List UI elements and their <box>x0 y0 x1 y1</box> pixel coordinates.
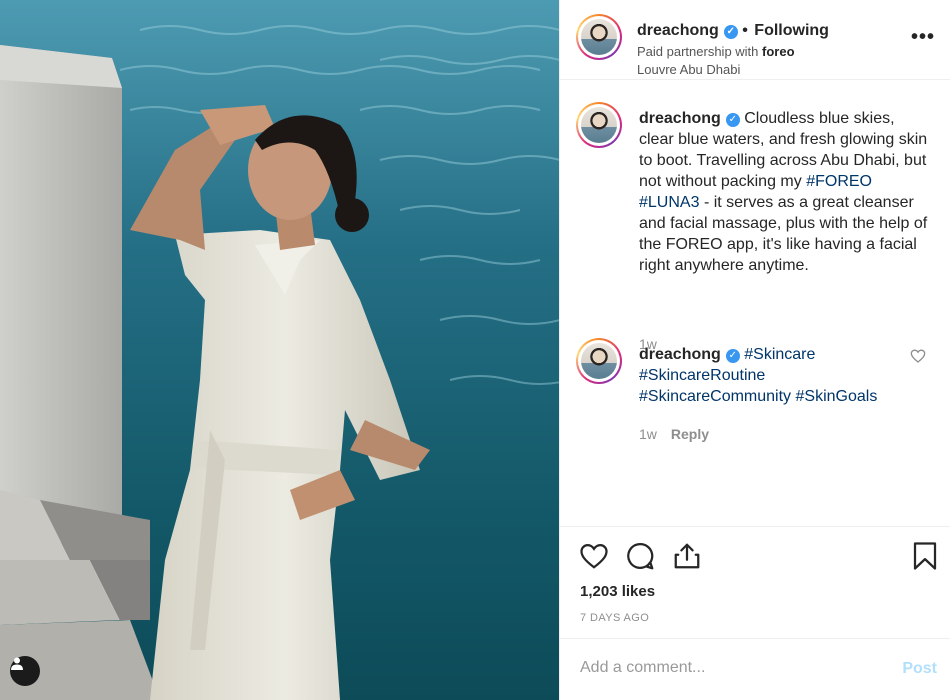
comment-like-heart-icon[interactable] <box>910 348 926 364</box>
post-timestamp[interactable]: 7 DAYS AGO <box>580 612 649 624</box>
verified-badge-icon: ✓ <box>725 349 740 363</box>
caption-text: dreachong ✓ Cloudless blue skies, clear b… <box>639 108 929 276</box>
add-comment-input[interactable] <box>580 659 880 677</box>
comment-meta: 1w Reply <box>639 426 709 442</box>
post-header-title: dreachong ✓ • Following <box>637 22 829 40</box>
caption-username[interactable]: dreachong <box>639 110 721 127</box>
location-link[interactable]: Louvre Abu Dhabi <box>637 62 740 77</box>
heart-icon[interactable] <box>578 541 610 571</box>
user-tag-button[interactable] <box>10 656 40 686</box>
partner-link[interactable]: foreo <box>762 44 795 59</box>
partnership-line: Paid partnership with foreo <box>637 44 795 59</box>
hashtag-link[interactable]: #SkincareCommunity <box>639 388 791 405</box>
author-username[interactable]: dreachong <box>637 22 719 39</box>
comment-username[interactable]: dreachong <box>639 346 721 363</box>
reply-button[interactable]: Reply <box>671 426 709 442</box>
avatar[interactable] <box>576 14 622 60</box>
post-header: dreachong ✓ • Following Paid partnership … <box>560 0 950 80</box>
post-comment-button[interactable]: Post <box>902 660 937 678</box>
avatar[interactable] <box>576 102 622 148</box>
share-icon[interactable] <box>672 541 702 571</box>
follow-status-button[interactable]: Following <box>754 22 829 39</box>
hashtag-link[interactable]: #FOREO <box>806 173 872 190</box>
user-tag-icon <box>11 657 23 670</box>
comment-time[interactable]: 1w <box>639 426 657 442</box>
like-count[interactable]: 1,203 likes <box>580 583 655 600</box>
dot-separator: • <box>742 22 753 39</box>
post-photo[interactable] <box>0 0 559 700</box>
post-side-panel: dreachong ✓ • Following Paid partnership … <box>559 0 950 700</box>
verified-badge-icon: ✓ <box>725 113 740 127</box>
verified-badge-icon: ✓ <box>723 25 738 39</box>
comment-text: dreachong ✓ #Skincare #SkincareRoutine #S… <box>639 344 894 407</box>
partnership-prefix: Paid partnership with <box>637 44 759 59</box>
avatar[interactable] <box>576 338 622 384</box>
post-actions: 1,203 likes 7 DAYS AGO <box>560 526 950 638</box>
hashtag-link[interactable]: #LUNA3 <box>639 194 699 211</box>
add-comment-bar: Post <box>560 638 950 700</box>
comments-list: dreachong ✓ Cloudless blue skies, clear b… <box>560 81 950 526</box>
more-options-icon[interactable]: ••• <box>911 26 935 49</box>
comment-icon[interactable] <box>624 541 656 571</box>
photo-artwork <box>0 0 559 700</box>
bookmark-icon[interactable] <box>912 541 938 571</box>
hashtag-link[interactable]: #SkincareRoutine <box>639 367 765 384</box>
hashtag-link[interactable]: #SkinGoals <box>796 388 878 405</box>
hashtag-link[interactable]: #Skincare <box>744 346 815 363</box>
